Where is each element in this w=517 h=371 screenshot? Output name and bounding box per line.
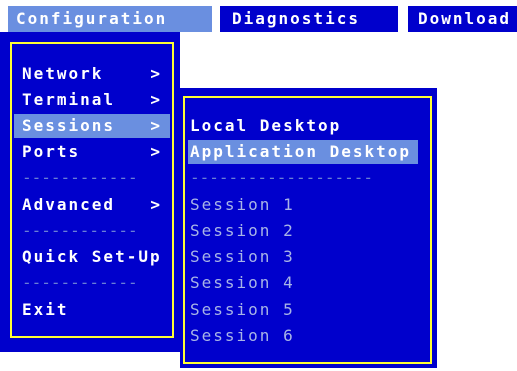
submenu-item-session-1[interactable]: Session 1 bbox=[188, 193, 418, 217]
menu-item-label: Exit bbox=[22, 300, 69, 319]
menu-tab-diagnostics[interactable]: Diagnostics bbox=[220, 6, 398, 32]
menu-item-label: Quick Set-Up bbox=[22, 247, 162, 266]
menu-item-label: Terminal bbox=[22, 90, 116, 109]
menu-item-ports[interactable]: Ports > bbox=[14, 140, 170, 164]
submenu-item-application-desktop[interactable]: Application Desktop bbox=[188, 140, 418, 164]
submenu-item-session-5[interactable]: Session 5 bbox=[188, 298, 418, 322]
menu-separator: ------------ bbox=[22, 168, 138, 187]
menu-item-sessions[interactable]: Sessions > bbox=[14, 114, 170, 138]
submenu-item-session-4[interactable]: Session 4 bbox=[188, 271, 418, 295]
menu-tab-configuration[interactable]: Configuration bbox=[8, 6, 212, 32]
submenu-item-local-desktop[interactable]: Local Desktop bbox=[188, 114, 418, 138]
submenu-item-session-3[interactable]: Session 3 bbox=[188, 245, 418, 269]
chevron-right-icon: > bbox=[150, 116, 162, 135]
menu-separator: ------------ bbox=[22, 273, 138, 292]
menu-item-label: Ports bbox=[22, 142, 81, 161]
submenu-item-session-6[interactable]: Session 6 bbox=[188, 324, 418, 348]
menu-item-quick-setup[interactable]: Quick Set-Up bbox=[14, 245, 170, 269]
menu-bar: Configuration Diagnostics Download bbox=[0, 0, 517, 32]
menu-item-terminal[interactable]: Terminal > bbox=[14, 88, 170, 112]
menu-item-exit[interactable]: Exit bbox=[14, 298, 170, 322]
menu-item-network[interactable]: Network > bbox=[14, 62, 170, 86]
chevron-right-icon: > bbox=[150, 90, 162, 109]
chevron-right-icon: > bbox=[150, 64, 162, 83]
menu-tab-download[interactable]: Download bbox=[408, 6, 517, 32]
submenu-separator: ------------------- bbox=[190, 168, 374, 187]
menu-item-advanced[interactable]: Advanced > bbox=[14, 193, 170, 217]
menu-item-label: Network bbox=[22, 64, 104, 83]
menu-separator: ------------ bbox=[22, 221, 138, 240]
submenu-item-session-2[interactable]: Session 2 bbox=[188, 219, 418, 243]
menu-item-label: Sessions bbox=[22, 116, 116, 135]
chevron-right-icon: > bbox=[150, 142, 162, 161]
menu-item-label: Advanced bbox=[22, 195, 116, 214]
chevron-right-icon: > bbox=[150, 195, 162, 214]
